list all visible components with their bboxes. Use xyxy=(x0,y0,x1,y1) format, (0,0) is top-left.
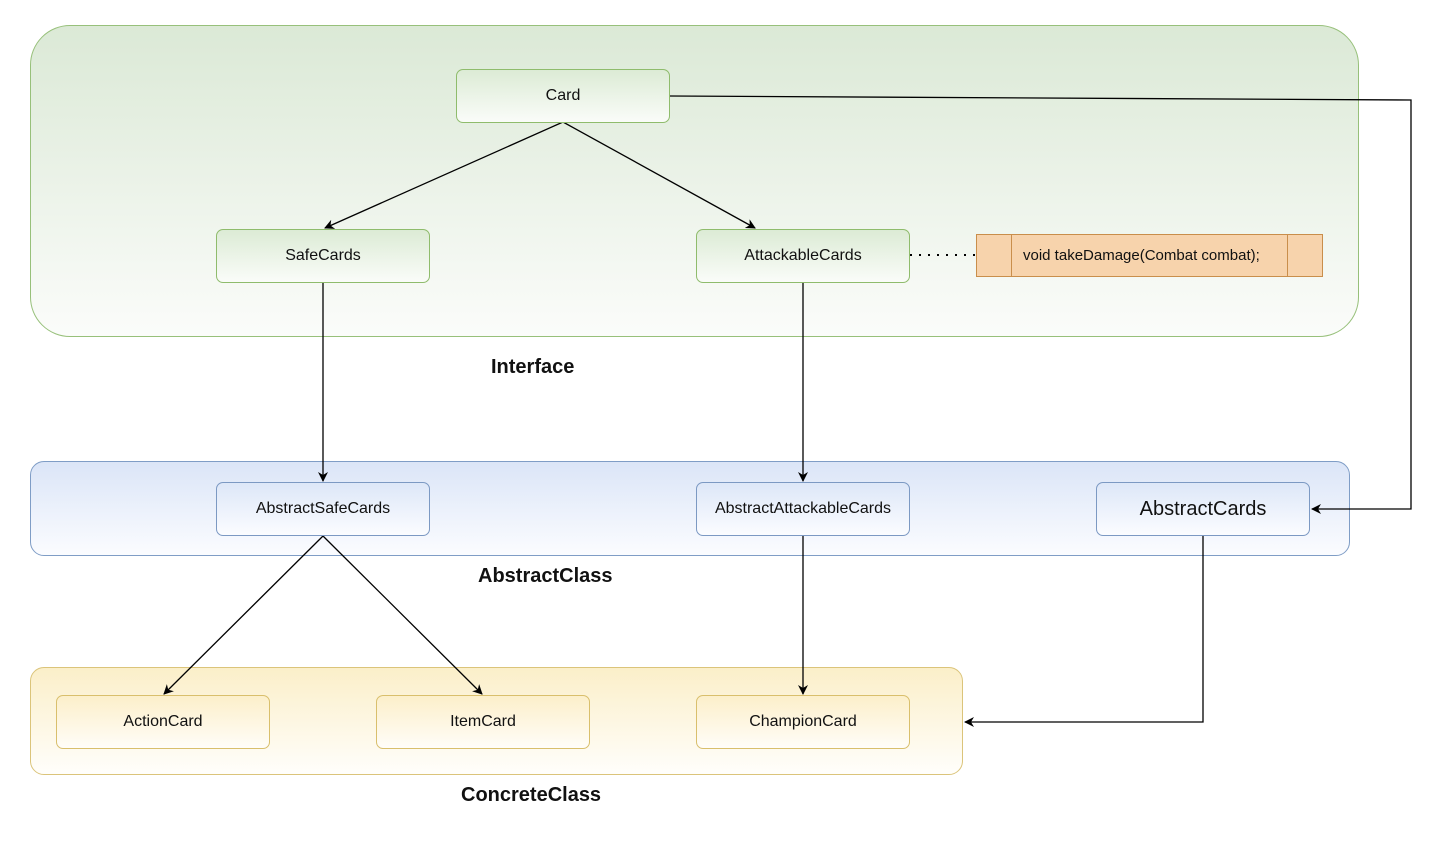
method-note-left-cell xyxy=(977,235,1012,276)
method-note-text: void takeDamage(Combat combat); xyxy=(1023,247,1260,264)
node-champion-card[interactable]: ChampionCard xyxy=(696,695,910,749)
node-abstract-safe-cards[interactable]: AbstractSafeCards xyxy=(216,482,430,536)
edge-card-abstractcards xyxy=(669,95,1412,514)
node-abstract-attackable-cards[interactable]: AbstractAttackableCards xyxy=(696,482,910,536)
edge-card-safecards xyxy=(324,121,564,229)
node-card[interactable]: Card xyxy=(456,69,670,123)
method-note-right-cell xyxy=(1287,235,1322,276)
node-safe-cards[interactable]: SafeCards xyxy=(216,229,430,283)
edge-abstractcards-concrete xyxy=(964,536,1204,727)
node-item-card[interactable]: ItemCard xyxy=(376,695,590,749)
node-attackable-cards[interactable]: AttackableCards xyxy=(696,229,910,283)
concrete-class-label: ConcreteClass xyxy=(461,784,602,806)
edge-abstractsafe-itemcard xyxy=(322,535,483,695)
abstract-class-label: AbstractClass xyxy=(478,565,613,587)
node-action-card[interactable]: ActionCard xyxy=(56,695,270,749)
edge-card-attackablecards xyxy=(562,121,756,229)
node-abstract-cards[interactable]: AbstractCards xyxy=(1096,482,1310,536)
interface-label: Interface xyxy=(491,356,575,378)
edge-abstractsafe-actioncard xyxy=(163,535,324,695)
method-note[interactable]: void takeDamage(Combat combat); xyxy=(976,234,1323,277)
